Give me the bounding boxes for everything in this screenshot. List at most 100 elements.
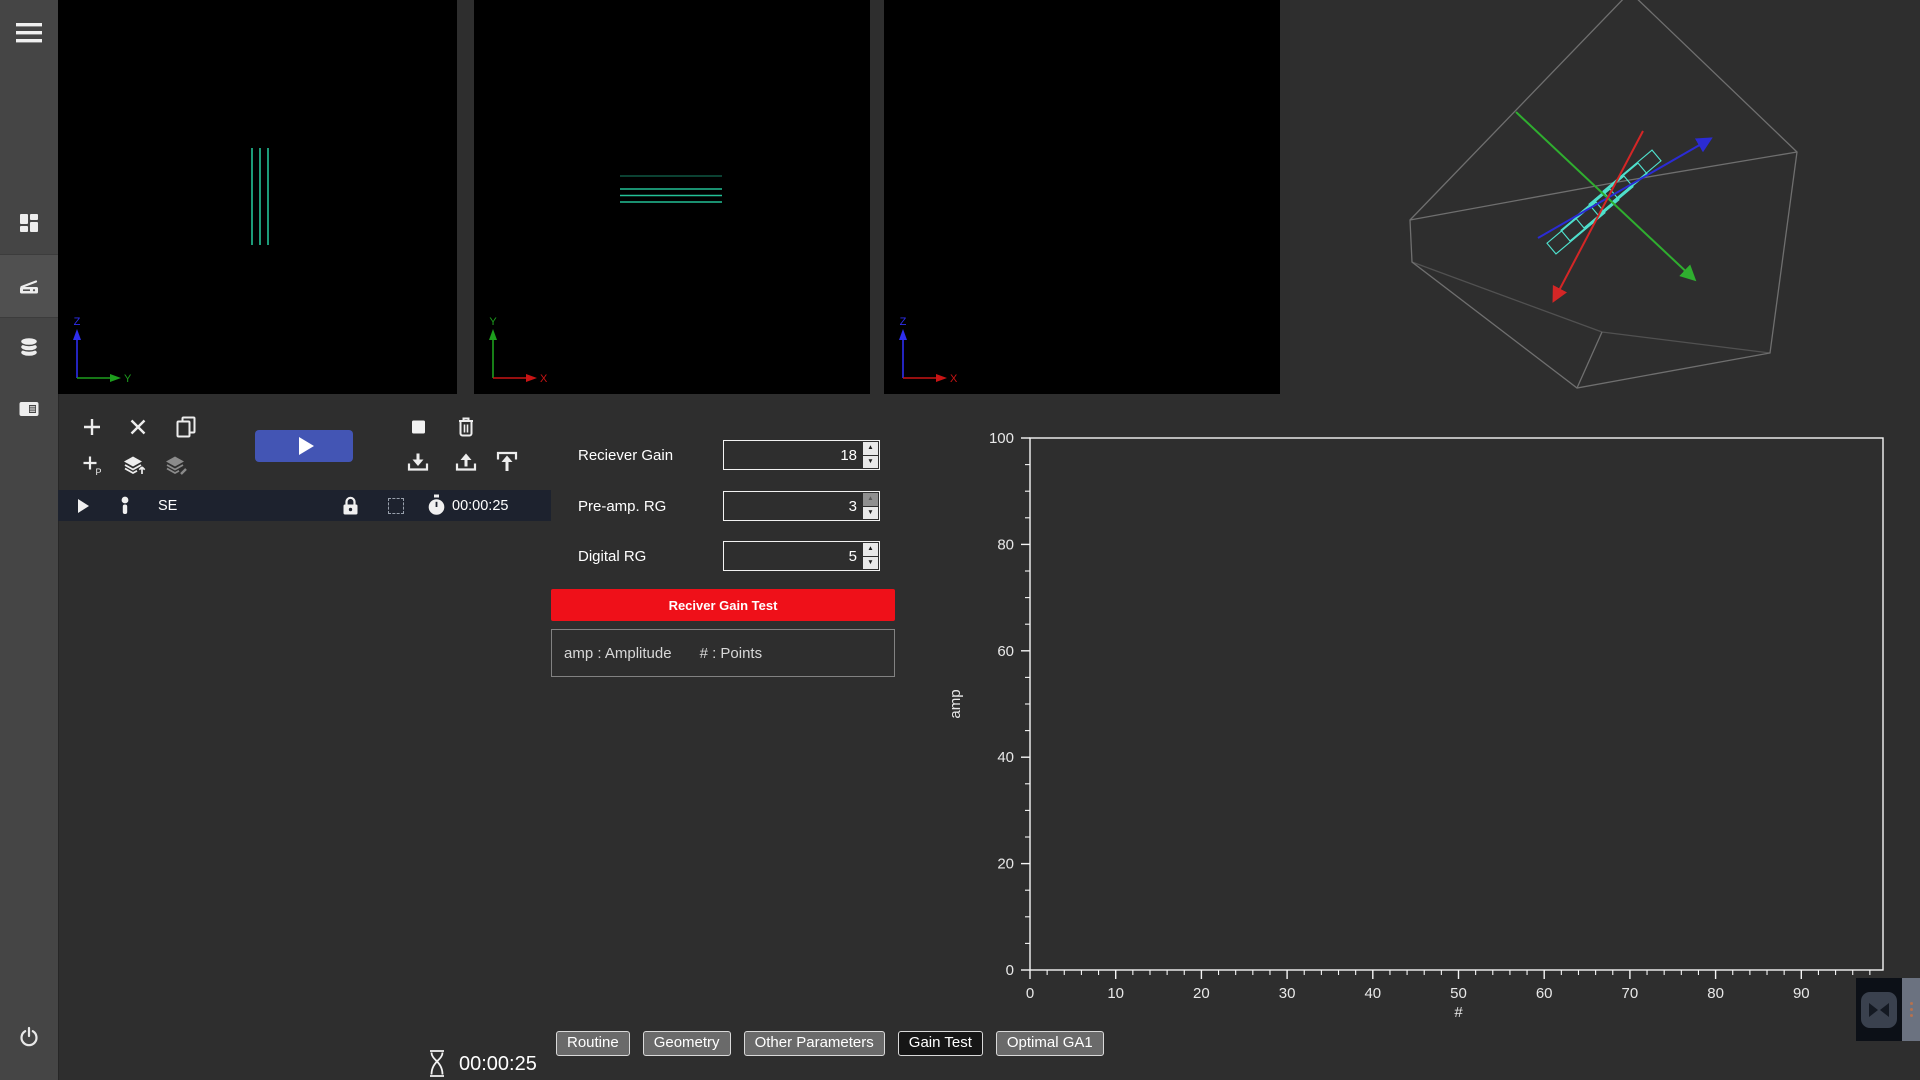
upload-icon: [452, 449, 480, 475]
add-button[interactable]: [75, 410, 109, 444]
layers-export-button[interactable]: [117, 448, 151, 482]
scan-timer: 00:00:25: [459, 1053, 537, 1076]
layers-disabled-icon: [163, 453, 189, 477]
sidebar-item-scanner[interactable]: [0, 254, 58, 318]
tab-other-parameters[interactable]: Other Parameters: [744, 1031, 885, 1056]
sidebar: [0, 0, 59, 1080]
play-icon: [78, 499, 89, 513]
stopwatch-icon: [427, 490, 446, 521]
layers-edit-button-disabled[interactable]: [159, 448, 193, 482]
sequence-name: SE: [158, 490, 177, 521]
dot-icon: [1910, 1014, 1913, 1017]
axis-indicator-yx: Y X: [480, 314, 560, 390]
delete-button[interactable]: [449, 410, 483, 444]
add-point-button[interactable]: P: [75, 448, 109, 482]
upload-button[interactable]: [449, 445, 483, 479]
sequence-timer: 00:00:25: [452, 490, 508, 521]
axis-indicator-zy: Z Y: [64, 314, 144, 390]
spin-up-button[interactable]: ▲: [863, 493, 878, 506]
dot-icon: [1910, 1002, 1913, 1005]
corner-widget-menu[interactable]: [1902, 978, 1920, 1041]
spin-down-button[interactable]: ▼: [863, 557, 878, 570]
viewport-zy[interactable]: Z Y: [58, 0, 457, 394]
tab-routine[interactable]: Routine: [556, 1031, 630, 1056]
layers-up-icon: [121, 453, 147, 477]
svg-text:60: 60: [1536, 985, 1553, 1002]
stop-button[interactable]: [401, 410, 435, 444]
trash-icon: [454, 415, 478, 439]
play-button[interactable]: [255, 430, 353, 462]
sequence-toolbar: P: [58, 408, 558, 488]
svg-text:0: 0: [1006, 962, 1014, 979]
sequence-row[interactable]: SE 00:00:25: [58, 490, 551, 521]
svg-text:30: 30: [1279, 985, 1296, 1002]
copy-icon: [174, 415, 198, 439]
receiver-gain-stepper: ▲▼: [723, 440, 880, 470]
spin-down-button[interactable]: ▼: [863, 507, 878, 520]
svg-text:80: 80: [997, 536, 1014, 553]
spin-down-button[interactable]: ▼: [863, 456, 878, 469]
upload-top-icon: [493, 448, 521, 476]
database-icon: [17, 335, 41, 359]
close-button[interactable]: [121, 410, 155, 444]
receiver-gain-input[interactable]: [724, 441, 862, 469]
digital-rg-label: Digital RG: [578, 548, 646, 565]
axis-label-x: X: [950, 373, 958, 385]
viewport-zx[interactable]: Z X: [884, 0, 1280, 394]
axis-label-z: Z: [74, 316, 81, 328]
axis-label-y: Y: [489, 316, 497, 328]
spin-up-button[interactable]: ▲: [863, 543, 878, 556]
svg-text:P: P: [96, 467, 102, 477]
svg-text:50: 50: [1450, 985, 1467, 1002]
svg-text:10: 10: [1107, 985, 1124, 1002]
svg-text:40: 40: [997, 749, 1014, 766]
selection-box-icon[interactable]: [388, 490, 404, 521]
digital-rg-input[interactable]: [724, 542, 862, 570]
scene-3d-view[interactable]: [1280, 0, 1920, 430]
stop-icon: [406, 415, 430, 439]
play-icon: [299, 437, 314, 455]
svg-text:100: 100: [989, 430, 1014, 447]
receiver-gain-test-button[interactable]: Reciver Gain Test: [551, 589, 895, 621]
upload-top-button[interactable]: [490, 445, 524, 479]
parameter-tabs: Routine Geometry Other Parameters Gain Test…: [556, 1031, 1104, 1056]
copy-button[interactable]: [169, 410, 203, 444]
spin-up-button[interactable]: ▲: [863, 442, 878, 455]
tab-optimal-ga1[interactable]: Optimal GA1: [996, 1031, 1104, 1056]
power-icon: [17, 1025, 41, 1049]
dashboard-grid-icon: [17, 211, 41, 235]
sidebar-item-database[interactable]: [0, 316, 58, 378]
plus-icon: [80, 415, 104, 439]
axis-label-x: X: [540, 373, 548, 385]
svg-text:#: #: [1454, 1004, 1463, 1021]
svg-text:20: 20: [997, 856, 1014, 873]
gain-chart[interactable]: 0204060801000102030405060708090#amp: [940, 430, 1920, 1055]
corner-widget-body: [1856, 978, 1902, 1041]
menu-button[interactable]: [0, 12, 58, 54]
flip-triangles-icon[interactable]: [1861, 992, 1897, 1028]
receiver-gain-label: Reciever Gain: [578, 447, 673, 464]
svg-text:80: 80: [1707, 985, 1724, 1002]
hourglass-icon: [427, 1049, 447, 1078]
axis-3d-blue: [1538, 139, 1710, 238]
slice-stack: [1547, 150, 1661, 254]
tab-geometry[interactable]: Geometry: [643, 1031, 731, 1056]
sidebar-item-records[interactable]: [0, 378, 58, 440]
close-icon: [126, 415, 150, 439]
sidebar-item-dashboard[interactable]: [0, 192, 58, 254]
svg-text:amp: amp: [947, 689, 964, 718]
download-icon: [404, 449, 432, 475]
preamp-rg-input[interactable]: [724, 492, 862, 520]
lock-icon[interactable]: [341, 490, 360, 521]
viewport-yx[interactable]: Y X: [474, 0, 870, 394]
svg-text:90: 90: [1793, 985, 1810, 1002]
preamp-rg-stepper: ▲▼: [723, 491, 880, 521]
hamburger-icon: [16, 23, 42, 43]
svg-text:40: 40: [1364, 985, 1381, 1002]
sequence-play-button[interactable]: [78, 490, 89, 521]
tab-gain-test[interactable]: Gain Test: [898, 1031, 983, 1056]
preamp-rg-label: Pre-amp. RG: [578, 498, 666, 515]
svg-text:70: 70: [1622, 985, 1639, 1002]
power-button[interactable]: [0, 1010, 58, 1064]
download-button[interactable]: [401, 445, 435, 479]
